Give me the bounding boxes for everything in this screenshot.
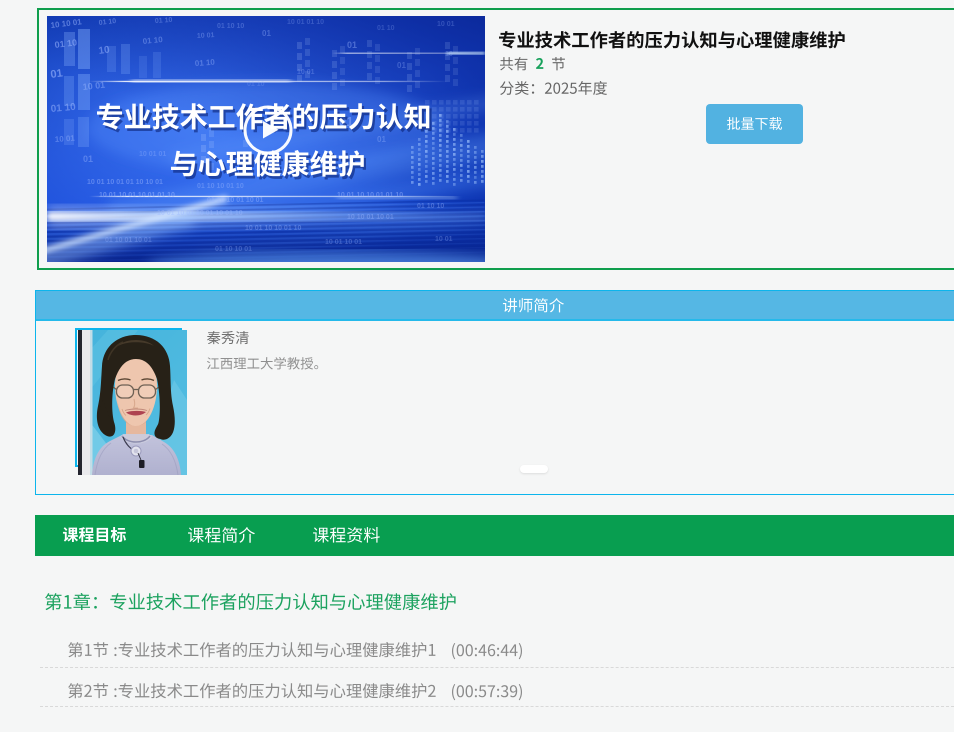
svg-text:10 01 01: 10 01 01 [139, 151, 166, 158]
svg-text:01 10: 01 10 [195, 58, 216, 68]
svg-text:01 10 01 10 01: 01 10 01 10 01 [105, 237, 152, 244]
svg-text:10 01 10 01 01 10 10 01: 10 01 10 01 01 10 10 01 [87, 179, 163, 186]
svg-text:10 01: 10 01 [435, 236, 453, 243]
svg-text:01 10: 01 10 [155, 17, 173, 25]
svg-text:10 01: 10 01 [55, 134, 76, 144]
svg-text:01 10 10 01 10: 01 10 10 01 10 [197, 183, 244, 190]
svg-text:10 01: 10 01 [437, 21, 455, 28]
svg-text:10 01 10 01 10 01 10 01 10: 10 01 10 01 10 01 10 01 10 [157, 210, 243, 217]
svg-text:10: 10 [98, 44, 111, 57]
svg-text:01 10: 01 10 [377, 25, 395, 32]
svg-text:10 01 10 01: 10 01 10 01 [325, 239, 362, 246]
svg-text:01: 01 [397, 61, 406, 70]
svg-text:01 10 10: 01 10 10 [217, 23, 244, 30]
svg-text:01 10 10: 01 10 10 [417, 203, 444, 210]
svg-text:10 01: 10 01 [197, 32, 215, 40]
svg-text:01: 01 [50, 67, 64, 81]
svg-text:01: 01 [347, 40, 357, 50]
svg-text:01: 01 [83, 154, 93, 164]
svg-text:01 10 10 01 10 01: 01 10 10 01 10 01 [207, 197, 264, 204]
svg-text:01 10: 01 10 [50, 102, 76, 115]
svg-text:01 10: 01 10 [247, 81, 265, 88]
svg-text:10 01 01 10: 10 01 01 10 [287, 19, 324, 26]
svg-text:10 01: 10 01 [297, 69, 315, 76]
svg-text:10: 10 [445, 51, 453, 58]
svg-text:10 10 01 10 01: 10 10 01 10 01 [347, 214, 394, 221]
svg-text:10 01 10 10 01 10: 10 01 10 10 01 10 [245, 225, 302, 232]
svg-text:10 01 10 10 01 01 10: 10 01 10 10 01 01 10 [337, 192, 403, 199]
svg-text:10 01 10 01 10 01 01 10: 10 01 10 01 10 01 01 10 [99, 192, 175, 199]
svg-text:01: 01 [262, 29, 271, 38]
svg-text:01 10 10 01: 01 10 10 01 [215, 246, 252, 253]
